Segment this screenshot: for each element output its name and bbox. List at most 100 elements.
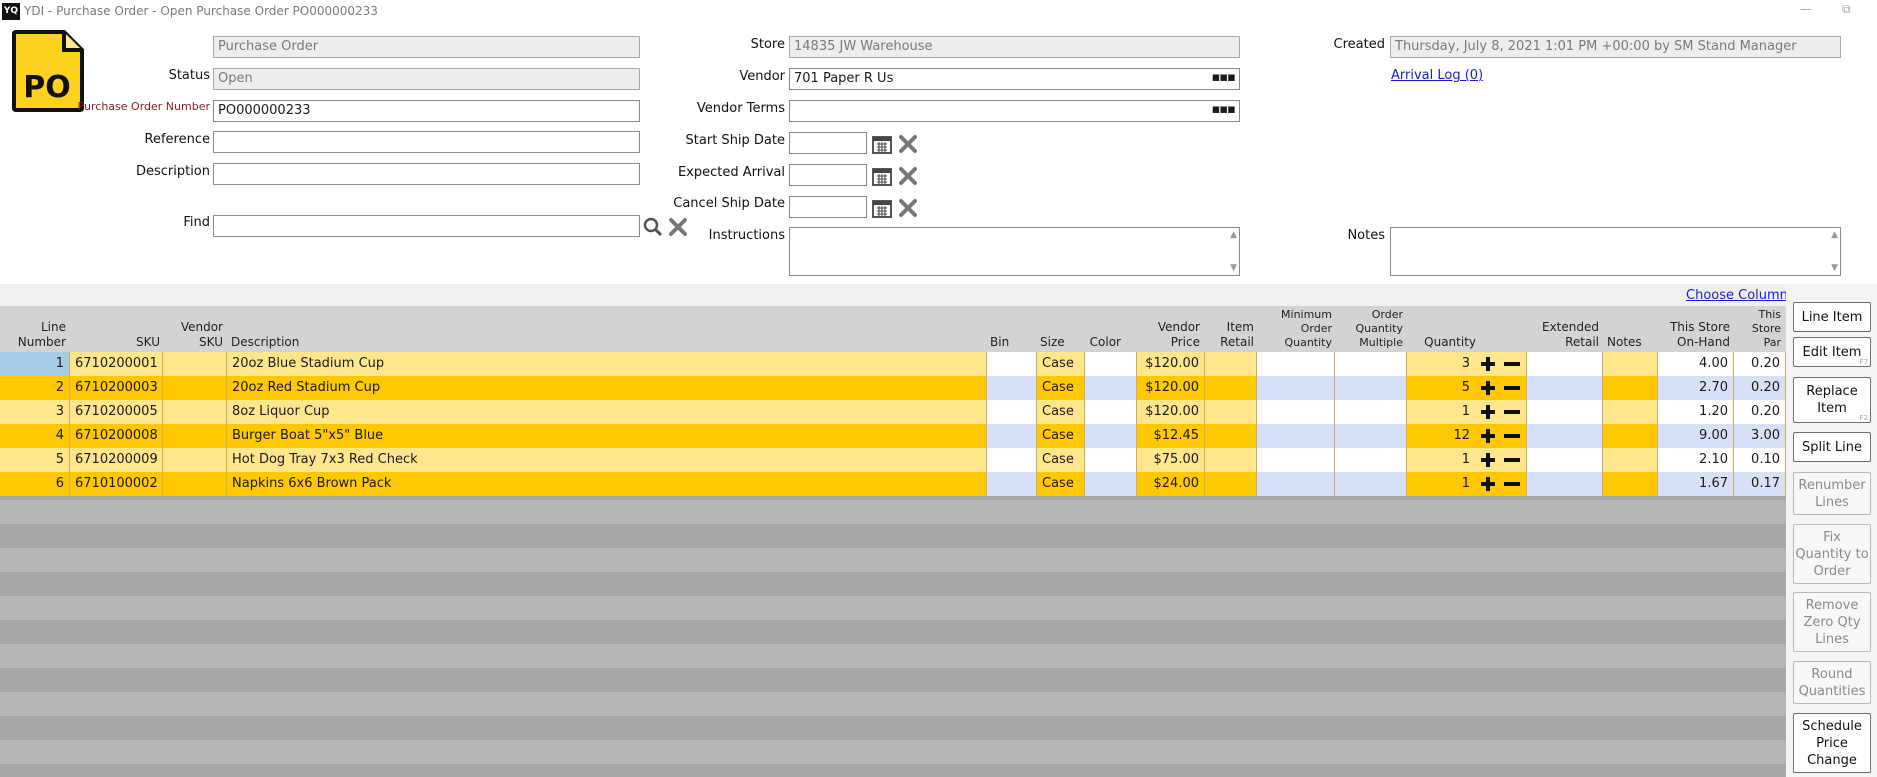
quantity-cell[interactable]: 1 <box>1407 472 1527 496</box>
vendor-price-cell[interactable]: $12.45 <box>1137 424 1205 448</box>
on-hand-cell[interactable]: 1.20 <box>1658 400 1734 424</box>
par-cell[interactable]: 0.20 <box>1734 376 1786 400</box>
par-cell[interactable]: 3.00 <box>1734 424 1786 448</box>
line-number-cell[interactable]: 5 <box>0 448 70 472</box>
calendar-icon[interactable] <box>871 133 893 155</box>
start-ship-date-field[interactable] <box>789 132 867 154</box>
plus-icon[interactable] <box>1479 452 1497 468</box>
on-hand-cell[interactable]: 2.10 <box>1658 448 1734 472</box>
scroll-up-icon[interactable]: ▲ <box>1230 230 1237 240</box>
sku-cell[interactable]: 6710100002 <box>70 472 163 496</box>
vendor-price-cell[interactable]: $120.00 <box>1137 400 1205 424</box>
quantity-cell[interactable]: 1 <box>1407 400 1527 424</box>
line-item-button[interactable]: Line Item <box>1793 302 1871 332</box>
find-input[interactable] <box>213 215 640 237</box>
order-qty-multiple-cell[interactable] <box>1335 376 1407 400</box>
order-qty-multiple-cell[interactable] <box>1335 352 1407 376</box>
vendor-price-cell[interactable]: $120.00 <box>1137 376 1205 400</box>
min-order-qty-cell[interactable] <box>1257 352 1335 376</box>
col-this-store-on-hand[interactable]: This Store On-Hand <box>1660 320 1730 350</box>
item-retail-cell[interactable] <box>1205 472 1257 496</box>
renumber-lines-button[interactable]: Renumber Lines <box>1793 472 1871 515</box>
on-hand-cell[interactable]: 2.70 <box>1658 376 1734 400</box>
color-cell[interactable] <box>1085 424 1137 448</box>
vendor-price-cell[interactable]: $120.00 <box>1137 352 1205 376</box>
col-color[interactable]: Color <box>1086 335 1121 350</box>
minus-icon[interactable] <box>1503 356 1521 372</box>
on-hand-cell[interactable]: 9.00 <box>1658 424 1734 448</box>
extended-retail-cell[interactable] <box>1527 424 1603 448</box>
col-line-number[interactable]: Line Number <box>0 320 66 350</box>
vendor-sku-cell[interactable] <box>163 472 227 496</box>
line-number-cell[interactable]: 2 <box>0 376 70 400</box>
notes-cell[interactable] <box>1603 448 1658 472</box>
schedule-price-change-button[interactable]: Schedule Price Change <box>1793 713 1871 773</box>
round-quantities-button[interactable]: Round Quantities <box>1793 661 1871 704</box>
scroll-down-icon[interactable]: ▼ <box>1831 263 1838 273</box>
expected-arrival-field[interactable] <box>789 164 867 186</box>
bin-cell[interactable] <box>987 400 1037 424</box>
col-sku[interactable]: SKU <box>70 335 160 350</box>
order-qty-multiple-cell[interactable] <box>1335 448 1407 472</box>
vendor-sku-cell[interactable] <box>163 352 227 376</box>
extended-retail-cell[interactable] <box>1527 376 1603 400</box>
plus-icon[interactable] <box>1479 380 1497 396</box>
description-cell[interactable]: Napkins 6x6 Brown Pack <box>227 472 987 496</box>
col-minimum-order-quantity[interactable]: Minimum Order Quantity <box>1260 308 1332 350</box>
vendor-sku-cell[interactable] <box>163 376 227 400</box>
item-retail-cell[interactable] <box>1205 448 1257 472</box>
vendor-price-cell[interactable]: $75.00 <box>1137 448 1205 472</box>
color-cell[interactable] <box>1085 400 1137 424</box>
col-notes[interactable]: Notes <box>1607 335 1652 350</box>
minus-icon[interactable] <box>1503 428 1521 444</box>
size-cell[interactable]: Case <box>1037 424 1085 448</box>
col-extended-retail[interactable]: Extended Retail <box>1520 320 1599 350</box>
notes-cell[interactable] <box>1603 472 1658 496</box>
sku-cell[interactable]: 6710200009 <box>70 448 163 472</box>
extended-retail-cell[interactable] <box>1527 400 1603 424</box>
line-number-cell[interactable]: 4 <box>0 424 70 448</box>
color-cell[interactable] <box>1085 376 1137 400</box>
notes-cell[interactable] <box>1603 400 1658 424</box>
min-order-qty-cell[interactable] <box>1257 448 1335 472</box>
calendar-icon[interactable] <box>871 165 893 187</box>
vendor-sku-cell[interactable] <box>163 448 227 472</box>
fix-quantity-to-order-button[interactable]: Fix Quantity to Order <box>1793 524 1871 584</box>
size-cell[interactable]: Case <box>1037 472 1085 496</box>
col-quantity[interactable]: Quantity <box>1410 335 1476 350</box>
scroll-down-icon[interactable]: ▼ <box>1230 263 1237 273</box>
min-order-qty-cell[interactable] <box>1257 376 1335 400</box>
size-cell[interactable]: Case <box>1037 400 1085 424</box>
order-qty-multiple-cell[interactable] <box>1335 424 1407 448</box>
bin-cell[interactable] <box>987 472 1037 496</box>
clear-date-icon[interactable] <box>897 165 919 187</box>
quantity-cell[interactable]: 12 <box>1407 424 1527 448</box>
choose-columns-link[interactable]: Choose Columns <box>1686 288 1795 303</box>
color-cell[interactable] <box>1085 472 1137 496</box>
extended-retail-cell[interactable] <box>1527 352 1603 376</box>
vendor-lookup-button[interactable]: ▪▪▪ <box>1212 70 1236 86</box>
quantity-cell[interactable]: 5 <box>1407 376 1527 400</box>
par-cell[interactable]: 0.20 <box>1734 352 1786 376</box>
calendar-icon[interactable] <box>871 197 893 219</box>
bin-cell[interactable] <box>987 376 1037 400</box>
table-row[interactable]: 5 6710200009 Hot Dog Tray 7x3 Red Check Cas… <box>0 448 1786 472</box>
table-row[interactable]: 4 6710200008 Burger Boat 5"x5" Blue Case $12… <box>0 424 1786 448</box>
color-cell[interactable] <box>1085 352 1137 376</box>
cancel-ship-date-field[interactable] <box>789 196 867 218</box>
po-number-field[interactable]: PO000000233 <box>213 100 640 122</box>
notes-cell[interactable] <box>1603 352 1658 376</box>
description-cell[interactable]: 20oz Red Stadium Cup <box>227 376 987 400</box>
par-cell[interactable]: 0.17 <box>1734 472 1786 496</box>
minus-icon[interactable] <box>1503 404 1521 420</box>
bin-cell[interactable] <box>987 424 1037 448</box>
line-number-cell[interactable]: 6 <box>0 472 70 496</box>
replace-item-button[interactable]: Replace Item F2 <box>1793 377 1871 423</box>
col-description[interactable]: Description <box>231 335 431 350</box>
extended-retail-cell[interactable] <box>1527 448 1603 472</box>
sku-cell[interactable]: 6710200001 <box>70 352 163 376</box>
minus-icon[interactable] <box>1503 476 1521 492</box>
arrival-log-link[interactable]: Arrival Log (0) <box>1391 68 1483 83</box>
minus-icon[interactable] <box>1503 452 1521 468</box>
instructions-textarea[interactable]: ▲ ▼ <box>789 227 1240 276</box>
